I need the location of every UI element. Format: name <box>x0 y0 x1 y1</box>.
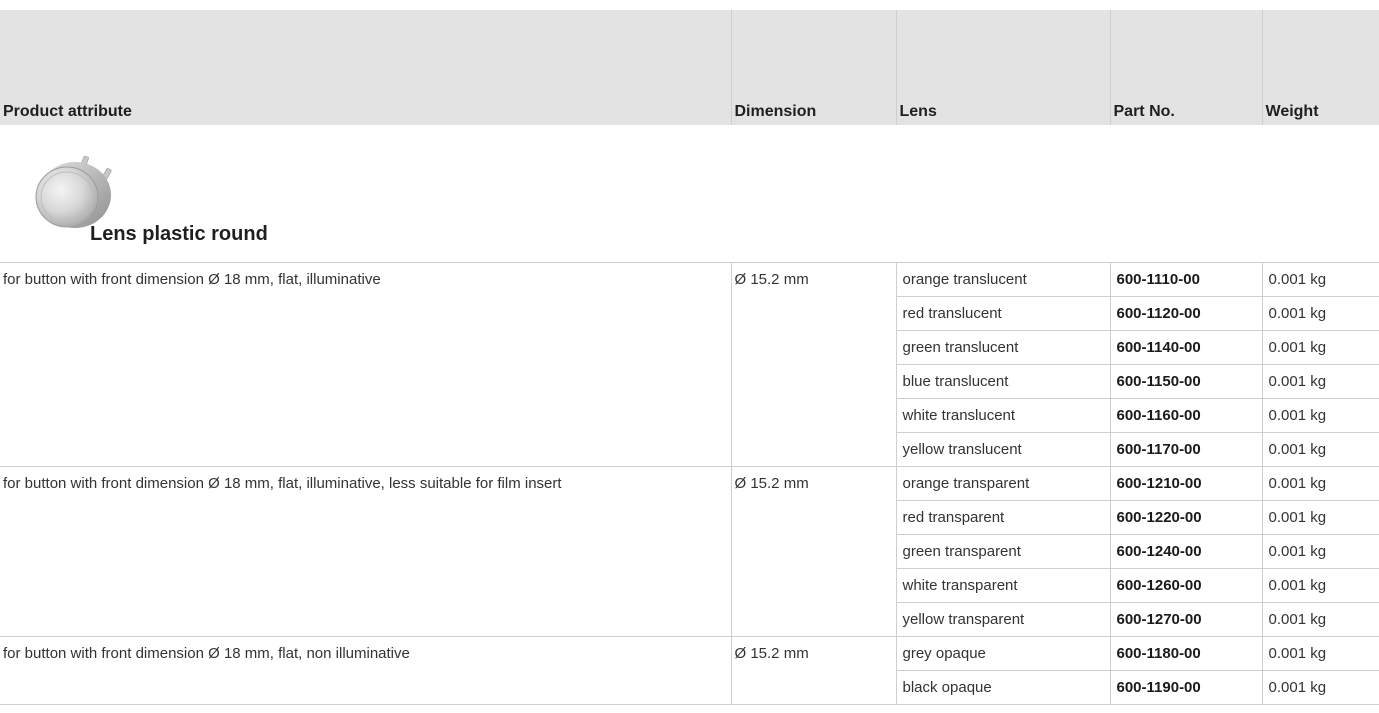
weight-cell: 0.001 kg <box>1261 534 1379 569</box>
lens-cell: white translucent <box>895 398 1110 433</box>
lens-cell: green translucent <box>895 330 1110 365</box>
lens-cell: grey opaque <box>895 636 1110 671</box>
product-attribute-cell: for button with front dimension Ø 18 mm,… <box>0 636 731 705</box>
part-number-cell: 600-1260-00 <box>1109 568 1262 603</box>
weight-cell: 0.001 kg <box>1261 262 1379 297</box>
part-number-cell: 600-1140-00 <box>1109 330 1262 365</box>
product-attribute-cell: for button with front dimension Ø 18 mm,… <box>0 262 731 467</box>
part-number-cell: 600-1120-00 <box>1109 296 1262 331</box>
lens-cell: blue translucent <box>895 364 1110 399</box>
table-row: for button with front dimension Ø 18 mm,… <box>0 262 1379 467</box>
part-number-cell: 600-1190-00 <box>1109 670 1262 705</box>
product-spec-table: Product attribute Dimension Lens Part No… <box>0 10 1379 705</box>
table-row: for button with front dimension Ø 18 mm,… <box>0 466 1379 637</box>
table-header: Product attribute Dimension Lens Part No… <box>0 10 1379 125</box>
lens-cell: white transparent <box>895 568 1110 603</box>
header-lens: Lens <box>895 10 1110 125</box>
weight-cell: 0.001 kg <box>1261 432 1379 467</box>
weight-cell: 0.001 kg <box>1261 500 1379 535</box>
weight-cell: 0.001 kg <box>1261 602 1379 637</box>
lens-cell: yellow transparent <box>895 602 1110 637</box>
weight-cell: 0.001 kg <box>1261 330 1379 365</box>
lens-cell: yellow translucent <box>895 432 1110 467</box>
weight-cell: 0.001 kg <box>1261 466 1379 501</box>
lens-cell: red translucent <box>895 296 1110 331</box>
part-number-cell: 600-1160-00 <box>1109 398 1262 433</box>
dimension-cell: Ø 15.2 mm <box>730 636 896 705</box>
lens-cell: red transparent <box>895 500 1110 535</box>
product-heading-row: Lens plastic round <box>0 125 1379 263</box>
product-attribute-cell: for button with front dimension Ø 18 mm,… <box>0 466 731 637</box>
dimension-cell: Ø 15.2 mm <box>730 262 896 467</box>
lens-cell: orange translucent <box>895 262 1110 297</box>
lens-cell: green transparent <box>895 534 1110 569</box>
product-spec-page: Product attribute Dimension Lens Part No… <box>0 0 1379 713</box>
table-row: for button with front dimension Ø 18 mm,… <box>0 636 1379 705</box>
dimension-cell: Ø 15.2 mm <box>730 466 896 637</box>
part-number-cell: 600-1110-00 <box>1109 262 1262 297</box>
weight-cell: 0.001 kg <box>1261 398 1379 433</box>
weight-cell: 0.001 kg <box>1261 636 1379 671</box>
round-plastic-lens-image <box>35 155 112 228</box>
weight-cell: 0.001 kg <box>1261 568 1379 603</box>
part-number-cell: 600-1210-00 <box>1109 466 1262 501</box>
header-part-no: Part No. <box>1109 10 1262 125</box>
part-number-cell: 600-1270-00 <box>1109 602 1262 637</box>
header-product-attribute: Product attribute <box>0 10 731 125</box>
table-body: Lens plastic round for button with front… <box>0 125 1379 705</box>
lens-cell: black opaque <box>895 670 1110 705</box>
lens-cell: orange transparent <box>895 466 1110 501</box>
part-number-cell: 600-1180-00 <box>1109 636 1262 671</box>
header-dimension: Dimension <box>730 10 896 125</box>
part-number-cell: 600-1150-00 <box>1109 364 1262 399</box>
weight-cell: 0.001 kg <box>1261 364 1379 399</box>
part-number-cell: 600-1240-00 <box>1109 534 1262 569</box>
weight-cell: 0.001 kg <box>1261 670 1379 705</box>
part-number-cell: 600-1220-00 <box>1109 500 1262 535</box>
header-weight: Weight <box>1261 10 1379 125</box>
part-number-cell: 600-1170-00 <box>1109 432 1262 467</box>
weight-cell: 0.001 kg <box>1261 296 1379 331</box>
product-heading-cell: Lens plastic round <box>0 125 1379 263</box>
product-title: Lens plastic round <box>90 223 268 245</box>
